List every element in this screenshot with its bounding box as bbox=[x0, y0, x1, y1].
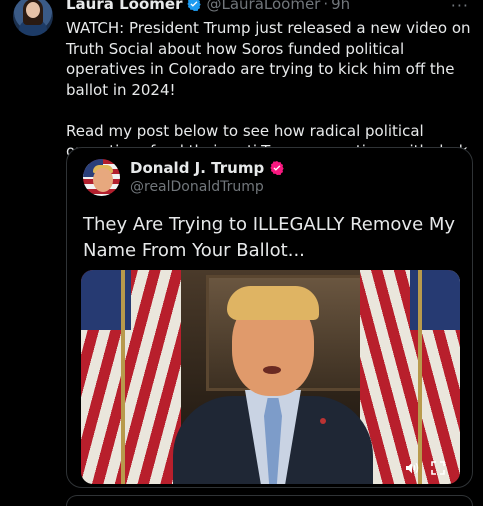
author-name[interactable]: Laura Loomer bbox=[66, 0, 182, 13]
flag-pole bbox=[418, 270, 422, 484]
author-avatar[interactable] bbox=[13, 0, 53, 36]
quoted-author-avatar[interactable] bbox=[83, 159, 120, 196]
tweet-header: Laura Loomer @LauraLoomer · 9h bbox=[66, 0, 350, 14]
verified-badge-icon bbox=[187, 0, 202, 11]
mouth bbox=[263, 366, 281, 374]
avatar-face bbox=[93, 168, 113, 192]
separator: · bbox=[323, 0, 329, 13]
hair bbox=[227, 286, 319, 320]
quoted-author-name-row: Donald J. Trump bbox=[130, 159, 285, 177]
quoted-author-name[interactable]: Donald J. Trump bbox=[130, 159, 264, 177]
video-player[interactable] bbox=[81, 270, 460, 484]
flag-pole bbox=[121, 270, 125, 484]
next-card-edge bbox=[66, 495, 473, 506]
lapel-pin bbox=[320, 418, 326, 424]
quoted-author-handle[interactable]: @realDonaldTrump bbox=[130, 179, 264, 195]
quoted-tweet-card[interactable]: Donald J. Trump @realDonaldTrump They Ar… bbox=[66, 147, 473, 488]
volume-icon[interactable] bbox=[404, 460, 420, 476]
gold-verified-icon bbox=[270, 161, 284, 175]
timestamp[interactable]: 9h bbox=[331, 0, 350, 13]
more-options-icon[interactable]: ··· bbox=[451, 0, 469, 15]
video-speaker bbox=[153, 278, 393, 484]
avatar-face bbox=[26, 2, 40, 18]
fullscreen-icon[interactable] bbox=[430, 460, 446, 476]
author-handle[interactable]: @LauraLoomer bbox=[206, 0, 320, 13]
quoted-tweet-text: They Are Trying to ILLEGALLY Remove My N… bbox=[83, 214, 461, 261]
